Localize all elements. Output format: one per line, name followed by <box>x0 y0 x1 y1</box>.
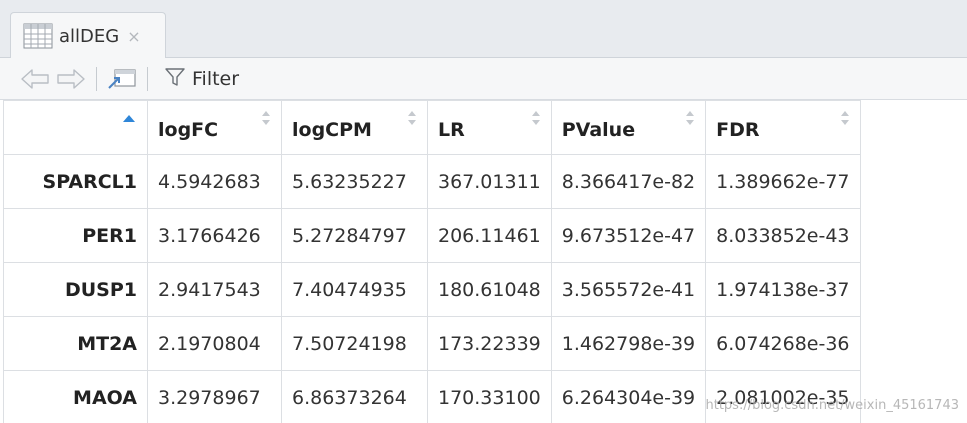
row-name: MAOA <box>3 370 148 423</box>
popout-window-icon[interactable] <box>107 66 137 92</box>
cell-fdr: 1.389662e-77 <box>705 154 861 209</box>
filter-funnel-icon <box>164 66 186 92</box>
column-header-fdr[interactable]: FDR <box>705 100 861 155</box>
cell-pvalue: 9.673512e-47 <box>550 208 707 263</box>
cell-logfc: 3.2978967 <box>147 370 282 423</box>
sort-icon <box>531 111 540 125</box>
column-header-label: logCPM <box>292 118 372 141</box>
sort-icon <box>840 111 849 125</box>
cell-logfc: 2.9417543 <box>147 262 282 317</box>
table-row: PER1 3.1766426 5.27284797 206.11461 9.67… <box>3 208 861 263</box>
cell-logcpm: 6.86373264 <box>281 370 428 423</box>
cell-pvalue: 3.565572e-41 <box>550 262 707 317</box>
cell-logfc: 2.1970804 <box>147 316 282 371</box>
tab-alldeg[interactable]: allDEG × <box>10 12 166 59</box>
column-header-logcpm[interactable]: logCPM <box>281 100 428 155</box>
data-table: logFC logCPM LR PValue FDR SPARCL1 4.594… <box>3 100 861 423</box>
sort-icon <box>686 111 695 125</box>
viewer-toolbar: Filter <box>0 58 967 100</box>
cell-lr: 170.33100 <box>427 370 552 423</box>
cell-logfc: 3.1766426 <box>147 208 282 263</box>
cell-fdr: 6.074268e-36 <box>705 316 861 371</box>
cell-pvalue: 1.462798e-39 <box>550 316 707 371</box>
cell-logcpm: 5.27284797 <box>281 208 428 263</box>
column-header-label: LR <box>438 118 465 141</box>
sort-icon <box>262 111 270 125</box>
row-name: SPARCL1 <box>3 154 148 209</box>
column-header-label: logFC <box>158 118 219 141</box>
sort-ascending-icon <box>123 115 135 122</box>
filter-button[interactable]: Filter <box>164 66 239 92</box>
cell-pvalue: 8.366417e-82 <box>550 154 707 209</box>
cell-logcpm: 7.40474935 <box>281 262 428 317</box>
arrow-right-icon[interactable] <box>54 67 86 91</box>
table-row: MAOA 3.2978967 6.86373264 170.33100 6.26… <box>3 370 861 423</box>
arrow-left-icon[interactable] <box>20 67 52 91</box>
cell-fdr: 1.974138e-37 <box>705 262 861 317</box>
cell-pvalue: 6.264304e-39 <box>550 370 707 423</box>
close-icon[interactable]: × <box>127 27 140 46</box>
tab-title: allDEG <box>59 25 120 47</box>
toolbar-divider <box>96 66 97 91</box>
table-row: MT2A 2.1970804 7.50724198 173.22339 1.46… <box>3 316 861 371</box>
cell-fdr: 8.033852e-43 <box>705 208 861 263</box>
toolbar-divider <box>147 66 148 91</box>
data-viewer: allDEG × Filter logFC logCPM LR PValue F… <box>0 0 967 423</box>
cell-fdr: 2.081002e-35 <box>705 370 861 423</box>
cell-lr: 173.22339 <box>427 316 552 371</box>
table-row: SPARCL1 4.5942683 5.63235227 367.01311 8… <box>3 154 861 209</box>
column-header-label: FDR <box>716 118 760 141</box>
column-header-label: PValue <box>561 118 636 141</box>
column-header-lr[interactable]: LR <box>427 100 552 155</box>
cell-lr: 180.61048 <box>427 262 552 317</box>
column-header-logfc[interactable]: logFC <box>147 100 282 155</box>
cell-logfc: 4.5942683 <box>147 154 282 209</box>
row-name: MT2A <box>3 316 148 371</box>
header-row: logFC logCPM LR PValue FDR <box>3 100 861 155</box>
cell-logcpm: 7.50724198 <box>281 316 428 371</box>
row-name: DUSP1 <box>3 262 148 317</box>
cell-lr: 367.01311 <box>427 154 552 209</box>
table-row: DUSP1 2.9417543 7.40474935 180.61048 3.5… <box>3 262 861 317</box>
filter-label: Filter <box>192 67 240 90</box>
cell-lr: 206.11461 <box>427 208 552 263</box>
row-names-header[interactable] <box>3 100 148 155</box>
cell-logcpm: 5.63235227 <box>281 154 428 209</box>
sort-icon <box>408 111 416 125</box>
column-header-pvalue[interactable]: PValue <box>550 100 707 155</box>
tab-strip: allDEG × <box>0 0 967 59</box>
table-grid-icon <box>23 23 53 49</box>
row-name: PER1 <box>3 208 148 263</box>
